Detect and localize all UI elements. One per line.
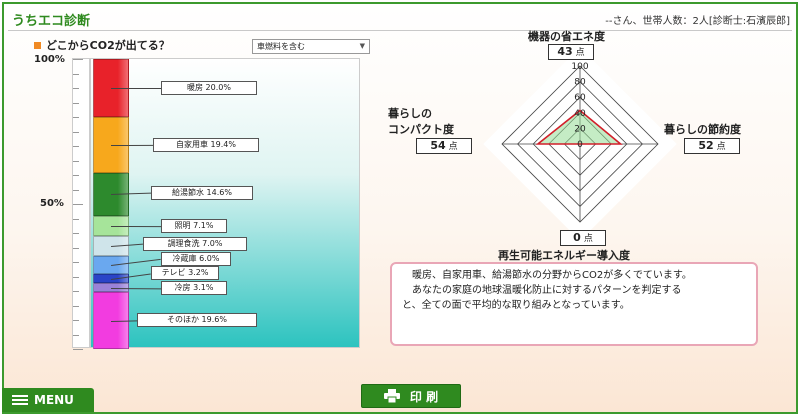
score-value-bottom: 0 xyxy=(573,231,581,244)
bar-leader-line xyxy=(111,88,161,89)
user-info: --さん、世帯人数：2人[診断士:石濱辰郎] xyxy=(605,16,790,27)
score-box-left: 54 点 xyxy=(416,138,472,154)
score-box-right: 52 点 xyxy=(684,138,740,154)
axis-tick xyxy=(73,160,79,162)
bar-data-label: 照明 7.1% xyxy=(161,219,227,233)
radar-tick-label: 60 xyxy=(574,93,586,103)
score-title-left-line2: コンパクト度 xyxy=(388,123,454,136)
score-title-bottom: 再生可能エネルギー導入度 xyxy=(498,249,630,262)
co2-section-title-text: どこからCO2が出てる？ xyxy=(46,39,170,52)
axis-label-100: 100% xyxy=(34,54,65,65)
score-value-top: 43 xyxy=(557,45,573,58)
score-value-left: 54 xyxy=(430,139,446,152)
bar-leader-line xyxy=(110,225,161,227)
axis-tick xyxy=(73,146,79,147)
diagnosis-message: 暖房、自家用車、給湯節水の分野からCO2が多くでています。 あなたの家庭の地球温… xyxy=(390,262,758,346)
axis-tick xyxy=(73,320,79,321)
score-unit-right: 点 xyxy=(716,142,726,152)
co2-section-title: どこからCO2が出てる？ xyxy=(34,37,170,53)
axis-tick xyxy=(73,247,79,249)
score-title-top: 機器の省エネ度 xyxy=(528,30,605,43)
axis-tick xyxy=(73,175,79,176)
axis-tick xyxy=(73,305,79,307)
axis-tick xyxy=(73,233,79,234)
bar-leader-line xyxy=(111,144,154,147)
message-line-1: 暖房、自家用車、給湯節水の分野からCO2が多くでています。 xyxy=(412,270,692,281)
message-line-2: あなたの家庭の地球温暖化防止に対するパターンを判定する xyxy=(412,285,682,296)
radar-tick-label: 100 xyxy=(571,62,588,72)
co2-stack xyxy=(91,59,131,349)
bar-leader-line xyxy=(110,287,161,289)
axis-tick xyxy=(73,59,83,60)
axis-tick xyxy=(73,131,79,133)
axis-tick xyxy=(73,189,79,191)
print-button-label: 印 刷 xyxy=(409,389,439,404)
menu-button[interactable]: MENU xyxy=(2,388,94,412)
co2-stacked-bar-chart: 暖房 20.0% 自家用車 19.4% 給湯節水 14.6% 照明 7.1% 調理食洗 … xyxy=(90,58,360,349)
bar-data-label: 給湯節水 14.6% xyxy=(151,186,253,200)
menu-button-label: MENU xyxy=(34,393,74,407)
axis-tick xyxy=(73,291,79,292)
hamburger-icon xyxy=(12,393,28,407)
radar-tick-label: 80 xyxy=(574,78,586,88)
score-box-top: 43 点 xyxy=(548,44,594,60)
axis-tick xyxy=(73,349,83,350)
axis-tick xyxy=(73,117,79,118)
radar-tick-label: 20 xyxy=(574,124,586,134)
bar-data-label: 自家用車 19.4% xyxy=(153,138,259,152)
bar-data-label: 冷房 3.1% xyxy=(161,281,227,295)
axis-tick xyxy=(73,204,83,205)
chevron-down-icon: ▼ xyxy=(359,42,365,50)
score-title-right: 暮らしの節約度 xyxy=(664,123,741,136)
axis-tick xyxy=(73,102,79,104)
score-value-right: 52 xyxy=(698,139,714,152)
bar-data-label: 調理食洗 7.0% xyxy=(143,237,247,251)
bullet-square-icon xyxy=(34,41,41,49)
fuel-filter-value: 車燃料を含む xyxy=(257,42,305,51)
axis-tick xyxy=(73,218,79,220)
co2-axis-scale xyxy=(72,58,90,350)
fuel-filter-select[interactable]: 車燃料を含む ▼ xyxy=(252,39,370,54)
axis-tick xyxy=(73,334,79,336)
message-line-3: と、全ての面で平均的な取り組みとなっています。 xyxy=(402,300,630,311)
eco-radar-panel: 0 20 40 60 80 100 機器の省エネ度 43 点 暮らしの節約度 52 点 暮らし… xyxy=(388,28,750,262)
axis-tick xyxy=(73,88,79,89)
bar-data-label: そのほか 19.6% xyxy=(137,313,257,327)
axis-tick xyxy=(73,262,79,263)
score-unit-bottom: 点 xyxy=(583,234,593,244)
radar-tick-label: 0 xyxy=(577,140,583,150)
bar-data-label: 暖房 20.0% xyxy=(161,81,257,95)
bar-leader-line xyxy=(111,319,138,322)
axis-tick xyxy=(73,73,79,75)
radar-tick-label: 40 xyxy=(574,109,586,119)
bar-data-label: 冷蔵庫 6.0% xyxy=(161,252,231,266)
score-box-bottom: 0点 xyxy=(560,230,606,246)
bar-data-label: テレビ 3.2% xyxy=(151,266,219,280)
print-button[interactable]: 印 刷 xyxy=(361,384,461,408)
score-title-left-line1: 暮らしの xyxy=(388,107,432,120)
printer-icon xyxy=(383,389,400,403)
axis-tick xyxy=(73,276,79,278)
score-unit-top: 点 xyxy=(575,48,585,58)
axis-label-50: 50% xyxy=(40,198,64,209)
score-unit-left: 点 xyxy=(448,142,458,152)
app-title: うちエコ診断 xyxy=(12,14,91,29)
